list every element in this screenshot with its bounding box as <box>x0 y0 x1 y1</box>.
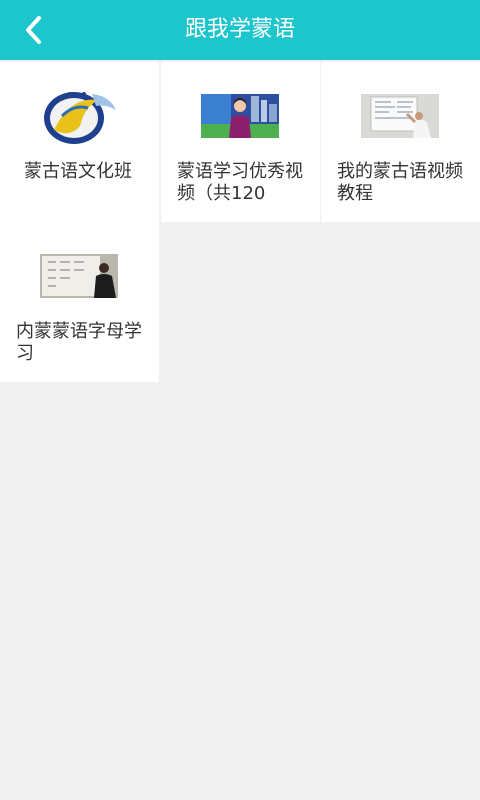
course-card-alphabet[interactable]: 内蒙蒙语字母学习 <box>0 222 159 382</box>
course-title: 内蒙蒙语字母学习 <box>16 321 142 364</box>
whiteboard-teacher-image <box>361 94 439 138</box>
mongolian-emblem-image <box>40 86 120 146</box>
alphabet-lesson-image <box>40 254 118 298</box>
app-header: 跟我学蒙语 <box>0 0 480 60</box>
course-title: 蒙古语文化班 <box>24 161 132 182</box>
course-card-mongolian-culture[interactable]: 蒙古语文化班 <box>0 62 159 222</box>
presenter-video-image <box>201 94 279 138</box>
course-title: 蒙语学习优秀视频（共120 <box>177 161 303 204</box>
course-card-my-tutorial[interactable]: 我的蒙古语视频教程 <box>321 62 480 222</box>
course-title: 我的蒙古语视频教程 <box>337 161 463 204</box>
page-title: 跟我学蒙语 <box>184 17 295 42</box>
course-card-excellent-videos[interactable]: 蒙语学习优秀视频（共120 <box>161 62 320 222</box>
